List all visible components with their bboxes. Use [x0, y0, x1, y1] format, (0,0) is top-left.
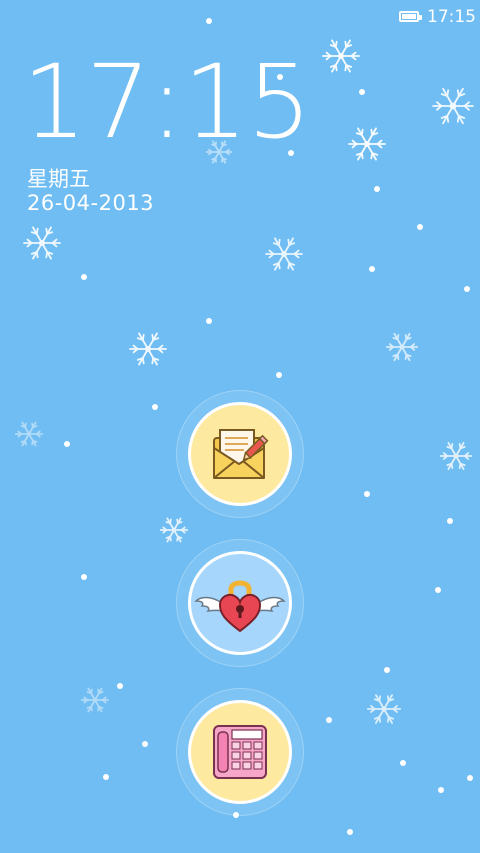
phone-shortcut[interactable] — [176, 688, 304, 816]
snow-dot — [447, 518, 453, 524]
snow-dot — [117, 683, 123, 689]
snow-dot — [103, 774, 109, 780]
snowflake-icon — [265, 235, 303, 277]
snow-dot — [359, 89, 365, 95]
snow-dot — [142, 741, 148, 747]
snow-dot — [206, 18, 212, 24]
snow-dot — [364, 491, 370, 497]
battery-level-fill — [402, 14, 416, 19]
snowflake-icon — [23, 224, 61, 266]
snow-dot — [81, 574, 87, 580]
snow-dot — [81, 274, 87, 280]
snow-dot — [206, 318, 212, 324]
snow-dot — [152, 404, 158, 410]
status-bar-time: 17:15 — [427, 7, 476, 27]
snowflake-icon — [14, 420, 44, 452]
messages-shortcut[interactable] — [176, 390, 304, 518]
snow-dot — [374, 186, 380, 192]
envelope-letter-icon — [213, 429, 269, 479]
snow-dot — [326, 717, 332, 723]
shortcut-disc[interactable] — [188, 551, 292, 655]
snowflake-icon — [348, 125, 386, 167]
snowflake-icon — [322, 37, 360, 79]
snowflake-icon — [432, 85, 474, 131]
pink-phone-icon — [213, 725, 267, 779]
snowflake-icon — [129, 330, 167, 372]
snow-dot — [400, 760, 406, 766]
snow-dot — [417, 224, 423, 230]
snow-dot — [467, 775, 473, 781]
snowflake-icon — [159, 516, 189, 548]
status-bar: 17:15 — [0, 0, 480, 34]
snowflake-icon — [366, 692, 402, 730]
lockscreen-clock: 17:15 — [22, 43, 312, 162]
snow-dot — [464, 286, 470, 292]
lockscreen-date: 26-04-2013 — [27, 191, 155, 215]
shortcut-disc[interactable] — [188, 700, 292, 804]
snow-dot — [369, 266, 375, 272]
winged-heart-lock-icon — [194, 580, 286, 633]
snow-dot — [435, 587, 441, 593]
battery-icon — [399, 11, 422, 22]
lockscreen-weekday: 星期五 — [27, 167, 90, 191]
unlock-shortcut[interactable] — [176, 539, 304, 667]
snow-dot — [347, 829, 353, 835]
snow-dot — [64, 441, 70, 447]
snow-dot — [438, 787, 444, 793]
snowflake-icon — [80, 686, 110, 718]
snowflake-icon — [439, 440, 473, 476]
snowflake-icon — [385, 331, 419, 367]
snow-dot — [384, 667, 390, 673]
shortcut-disc[interactable] — [188, 402, 292, 506]
snow-dot — [276, 372, 282, 378]
